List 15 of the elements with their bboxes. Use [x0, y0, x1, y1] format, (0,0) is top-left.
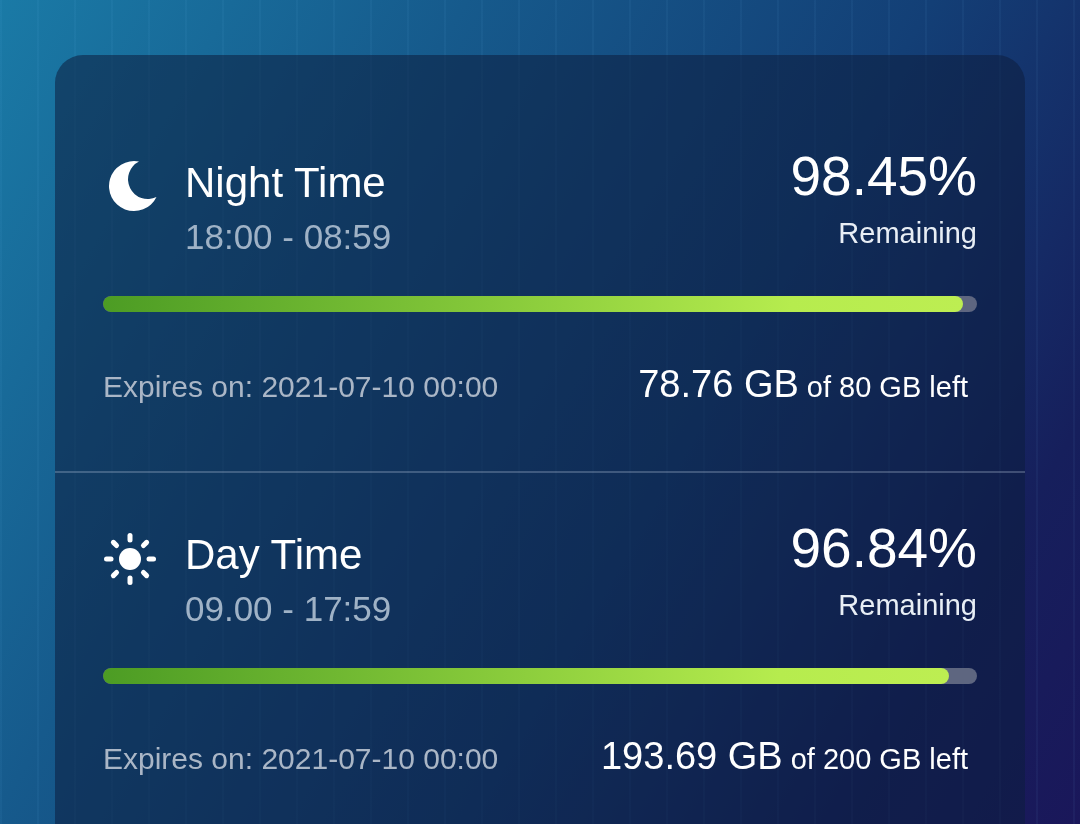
remaining-label: Remaining — [838, 588, 977, 623]
data-left-value: 193.69 GB — [601, 734, 783, 778]
remaining-percent: 98.45% — [790, 146, 977, 206]
data-total-text: of 200 GB left — [790, 742, 968, 776]
time-range: 18:00 - 08:59 — [185, 217, 392, 257]
plan-title: Night Time — [185, 159, 386, 207]
data-total-text: of 80 GB left — [806, 370, 968, 404]
plan-title: Day Time — [185, 531, 363, 579]
expiry-date: Expires on: 2021-07-10 00:00 — [103, 370, 499, 404]
data-left-value: 78.76 GB — [638, 362, 799, 406]
remaining-percent: 96.84% — [790, 518, 977, 578]
expiry-date: Expires on: 2021-07-10 00:00 — [103, 742, 499, 776]
time-range: 09.00 - 17:59 — [185, 589, 392, 629]
remaining-label: Remaining — [838, 216, 977, 251]
sun-icon — [103, 532, 157, 586]
